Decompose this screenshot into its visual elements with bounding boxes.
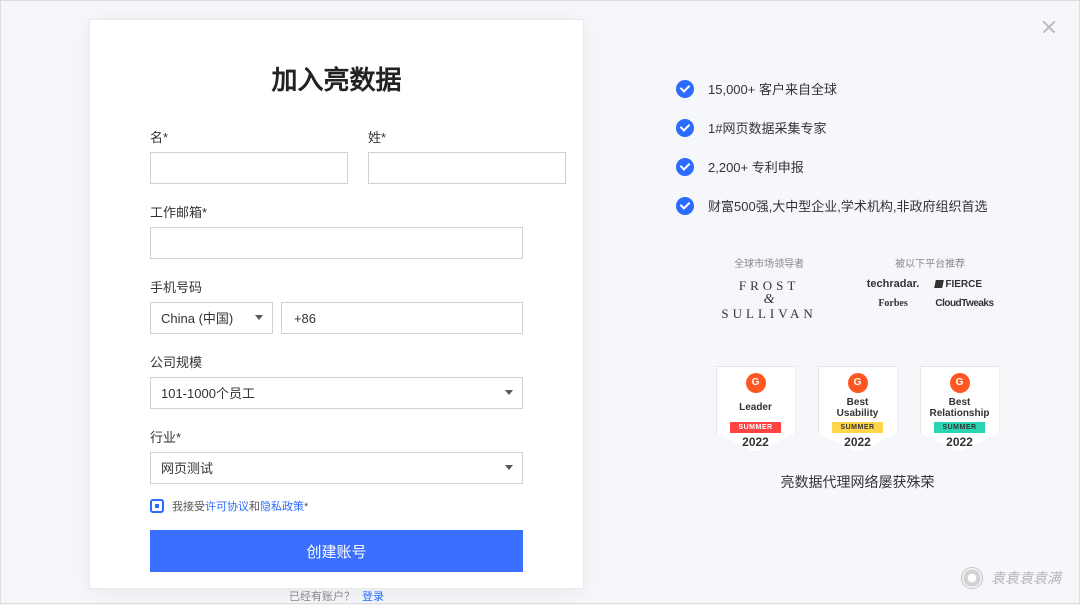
info-panel: 15,000+ 客户来自全球 1#网页数据采集专家 2,200+ 专利申报 财富… <box>646 1 1079 603</box>
press-col: 被以下平台推荐 techradar. FIERCE Forbes CloudTw… <box>867 255 994 322</box>
benefit-item: 财富500强,大中型企业,学术机构,非政府组织首选 <box>676 196 1039 215</box>
modal-container: 加入亮数据 名* 姓* 工作邮箱* 手机号码 <box>1 1 1079 603</box>
benefit-item: 1#网页数据采集专家 <box>676 118 1039 137</box>
techradar-logo: techradar. <box>867 278 920 290</box>
privacy-link[interactable]: 隐私政策 <box>260 501 304 513</box>
signup-card: 加入亮数据 名* 姓* 工作邮箱* 手机号码 <box>89 19 584 589</box>
wechat-icon <box>961 567 983 589</box>
honor-text: 亮数据代理网络屡获殊荣 <box>676 472 1039 492</box>
g2-badge-usability: G Best Usability SUMMER 2022 <box>818 366 898 452</box>
g2-badges-row: G Leader SUMMER 2022 G Best Usability SU… <box>676 366 1039 452</box>
consent-checkbox[interactable] <box>150 499 164 513</box>
check-icon <box>676 119 694 137</box>
credibility-section: 全球市场领导者 FROST & SULLIVAN 被以下平台推荐 techrad… <box>676 255 1039 322</box>
check-icon <box>676 158 694 176</box>
phone-label: 手机号码 <box>150 277 523 296</box>
consent-row: 我接受许可协议和隐私政策* <box>150 498 523 514</box>
country-select[interactable]: China (中国) <box>150 302 273 334</box>
leader-label: 全球市场领导者 <box>721 255 816 270</box>
last-name-label: 姓* <box>368 127 566 146</box>
check-icon <box>676 197 694 215</box>
g2-badge-relationship: G Best Relationship SUMMER 2022 <box>920 366 1000 452</box>
email-input[interactable] <box>150 227 523 259</box>
phone-input-wrap: +86 <box>281 302 523 334</box>
signup-panel: 加入亮数据 名* 姓* 工作邮箱* 手机号码 <box>71 1 646 605</box>
check-icon <box>676 80 694 98</box>
press-label: 被以下平台推荐 <box>867 255 994 270</box>
close-icon[interactable] <box>1041 19 1057 35</box>
last-name-group: 姓* <box>368 127 566 184</box>
g2-logo-icon: G <box>746 373 766 393</box>
fierce-logo: FIERCE <box>935 279 993 290</box>
industry-label: 行业* <box>150 427 523 446</box>
email-label: 工作邮箱* <box>150 202 523 221</box>
first-name-group: 名* <box>150 127 348 184</box>
form-title: 加入亮数据 <box>150 60 523 97</box>
company-size-label: 公司规模 <box>150 352 523 371</box>
g2-badge-leader: G Leader SUMMER 2022 <box>716 366 796 452</box>
watermark-text: 袁袁袁袁满 <box>991 568 1061 588</box>
create-account-button[interactable]: 创建账号 <box>150 530 523 572</box>
first-name-input[interactable] <box>150 152 348 184</box>
leader-col: 全球市场领导者 FROST & SULLIVAN <box>721 255 816 322</box>
phone-input[interactable] <box>326 303 522 333</box>
first-name-label: 名* <box>150 127 348 146</box>
benefits-list: 15,000+ 客户来自全球 1#网页数据采集专家 2,200+ 专利申报 财富… <box>676 79 1039 215</box>
last-name-input[interactable] <box>368 152 566 184</box>
forbes-logo: Forbes <box>867 298 920 309</box>
benefit-item: 2,200+ 专利申报 <box>676 157 1039 176</box>
login-row: 已经有账户？ 登录 <box>150 588 523 604</box>
benefit-item: 15,000+ 客户来自全球 <box>676 79 1039 98</box>
login-link[interactable]: 登录 <box>362 591 384 603</box>
phone-prefix: +86 <box>282 311 326 326</box>
g2-logo-icon: G <box>950 373 970 393</box>
cloudtweaks-logo: CloudTweaks <box>935 298 993 309</box>
frost-sullivan-logo: FROST & SULLIVAN <box>721 278 816 322</box>
industry-select[interactable]: 网页测试 <box>150 452 523 484</box>
watermark: 袁袁袁袁满 <box>961 567 1061 589</box>
consent-text: 我接受许可协议和隐私政策* <box>172 498 308 514</box>
company-size-select[interactable]: 101-1000个员工 <box>150 377 523 409</box>
g2-logo-icon: G <box>848 373 868 393</box>
terms-link[interactable]: 许可协议 <box>205 501 249 513</box>
press-logos: techradar. FIERCE Forbes CloudTweaks <box>867 278 994 309</box>
